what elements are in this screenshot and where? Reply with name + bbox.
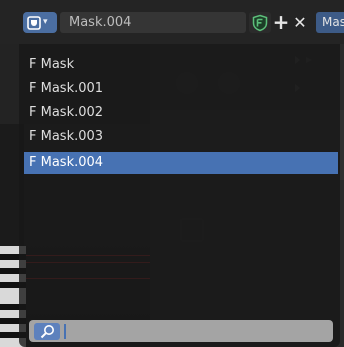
dropdown-search-field[interactable] xyxy=(29,320,333,342)
shield-icon xyxy=(252,14,268,31)
browse-mask-button[interactable]: ▾ xyxy=(23,12,57,33)
dropdown-item-f-mask-003[interactable]: F Mask.003 xyxy=(24,126,338,148)
dropdown-item-f-mask-004[interactable]: F Mask.004 xyxy=(24,152,338,174)
mode-selector[interactable]: Mask xyxy=(316,12,344,33)
dropdown-item-f-mask[interactable]: F Mask xyxy=(24,54,338,76)
chevron-down-icon: ▾ xyxy=(43,17,48,27)
search-icon xyxy=(34,323,60,340)
close-icon: ✕ xyxy=(293,13,307,32)
dropdown-item-f-mask-002[interactable]: F Mask.002 xyxy=(24,102,338,124)
unlink-button[interactable]: ✕ xyxy=(291,12,309,33)
mask-datablock-icon xyxy=(27,15,41,30)
mask-browse-dropdown: F Mask F Mask.001 F Mask.002 F Mask.003 … xyxy=(19,44,340,347)
dropdown-item-f-mask-001[interactable]: F Mask.001 xyxy=(24,78,338,100)
fake-user-button[interactable] xyxy=(249,12,271,33)
header-bar: ▾ Mask.004 + ✕ Mask xyxy=(0,0,344,44)
text-caret xyxy=(64,324,66,339)
new-mask-button[interactable]: + xyxy=(272,12,290,33)
datablock-name-field[interactable]: Mask.004 xyxy=(60,12,246,33)
plus-icon: + xyxy=(272,10,290,34)
